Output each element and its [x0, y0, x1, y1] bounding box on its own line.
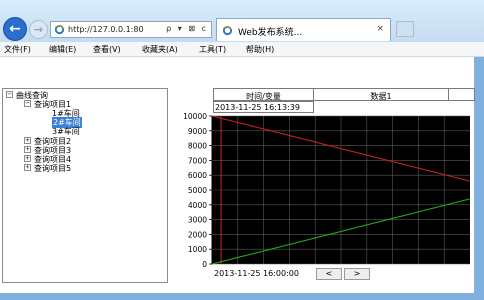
new-tab-button[interactable]	[396, 21, 414, 37]
collapse-icon[interactable]: −	[6, 91, 13, 98]
column-header-extra	[448, 88, 475, 101]
menu-favorites[interactable]: 收藏夹(A)	[142, 44, 178, 55]
menu-help[interactable]: 帮助(H)	[246, 44, 274, 55]
tree-item-label: 查询项目5	[34, 164, 72, 173]
y-tick-label: 6000	[188, 171, 207, 180]
y-tick-label: 1000	[188, 245, 207, 254]
menu-bar: 文件(F) 编辑(E) 查看(V) 收藏夹(A) 工具(T) 帮助(H)	[0, 42, 484, 57]
column-header-data-label: 数据1	[370, 92, 392, 101]
address-bar[interactable]: http://127.0.0.1:80 ρ ▾ ⊠ c	[50, 21, 212, 38]
browser-tab[interactable]: Web发布系统... ×	[216, 18, 391, 41]
y-tick-label: 10000	[183, 112, 207, 121]
y-tick-label: 9000	[188, 127, 207, 136]
collapse-icon[interactable]: −	[24, 100, 31, 107]
trend-chart[interactable]: 0 1000 2000 3000 4000 5000 6000 7000 8000 9000 100…	[168, 110, 474, 272]
forward-arrow-icon: →	[33, 23, 44, 36]
expand-icon[interactable]: +	[24, 155, 31, 162]
next-page-button[interactable]: >	[344, 268, 370, 280]
y-tick-label: 2000	[188, 230, 207, 239]
back-arrow-icon: ←	[9, 21, 21, 37]
menu-tools[interactable]: 工具(T)	[199, 44, 226, 55]
address-url: http://127.0.0.1:80	[68, 25, 144, 34]
query-tree: − 曲线查询 − 查询项目1 1#车间 2#车间 3#车间 + 查询项目2 + …	[2, 88, 168, 283]
expand-icon[interactable]: +	[24, 137, 31, 144]
x-axis-start-label: 2013-11-25 16:00:00	[214, 269, 299, 278]
browser-toolbar: ← → http://127.0.0.1:80 ρ ▾ ⊠ c Web发布系统.…	[0, 0, 484, 43]
y-tick-label: 7000	[188, 156, 207, 165]
y-tick-label: 8000	[188, 142, 207, 151]
ie-icon	[54, 24, 65, 35]
expand-icon[interactable]: +	[24, 164, 31, 171]
window-border-right	[474, 57, 484, 300]
tab-ie-icon	[222, 25, 233, 36]
forward-button[interactable]: →	[29, 20, 48, 39]
window-border-bottom	[0, 293, 484, 300]
back-button[interactable]: ←	[3, 17, 27, 41]
tab-close-icon[interactable]: ×	[376, 24, 384, 34]
column-header-time: 时间/变量	[213, 88, 314, 101]
menu-edit[interactable]: 编辑(E)	[49, 44, 76, 55]
prev-page-button[interactable]: <	[316, 268, 342, 280]
menu-file[interactable]: 文件(F)	[4, 44, 31, 55]
y-tick-label: 0	[202, 260, 207, 269]
column-header-data: 数据1	[313, 88, 449, 101]
tab-title: Web发布系统...	[238, 28, 303, 38]
y-tick-label: 3000	[188, 216, 207, 225]
y-tick-label: 4000	[188, 201, 207, 210]
menu-view[interactable]: 查看(V)	[93, 44, 121, 55]
y-tick-label: 5000	[188, 186, 207, 195]
expand-icon[interactable]: +	[24, 146, 31, 153]
address-tools[interactable]: ρ ▾ ⊠ c	[166, 24, 208, 33]
